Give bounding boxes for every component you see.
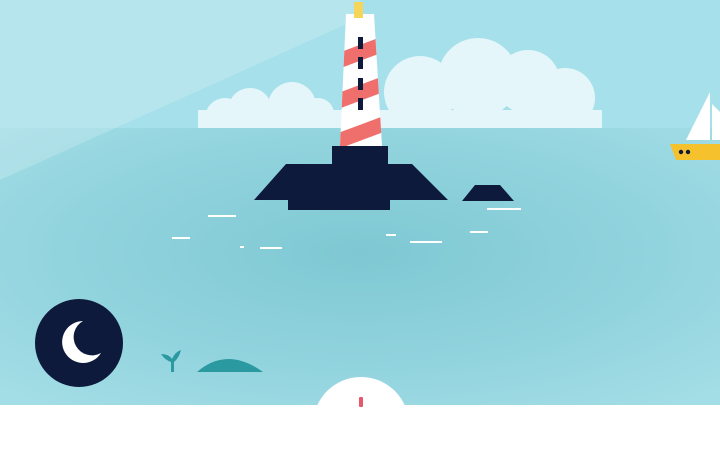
sailboat-icon	[670, 92, 720, 160]
compass-button[interactable]	[313, 377, 409, 473]
whale-icon	[161, 350, 263, 372]
lighthouse-lamp	[354, 2, 363, 18]
night-mode-button[interactable]	[35, 299, 123, 387]
compass-icon	[359, 397, 363, 407]
moon-icon	[35, 299, 123, 387]
whale[interactable]	[157, 344, 263, 372]
sailboat[interactable]	[668, 92, 720, 162]
